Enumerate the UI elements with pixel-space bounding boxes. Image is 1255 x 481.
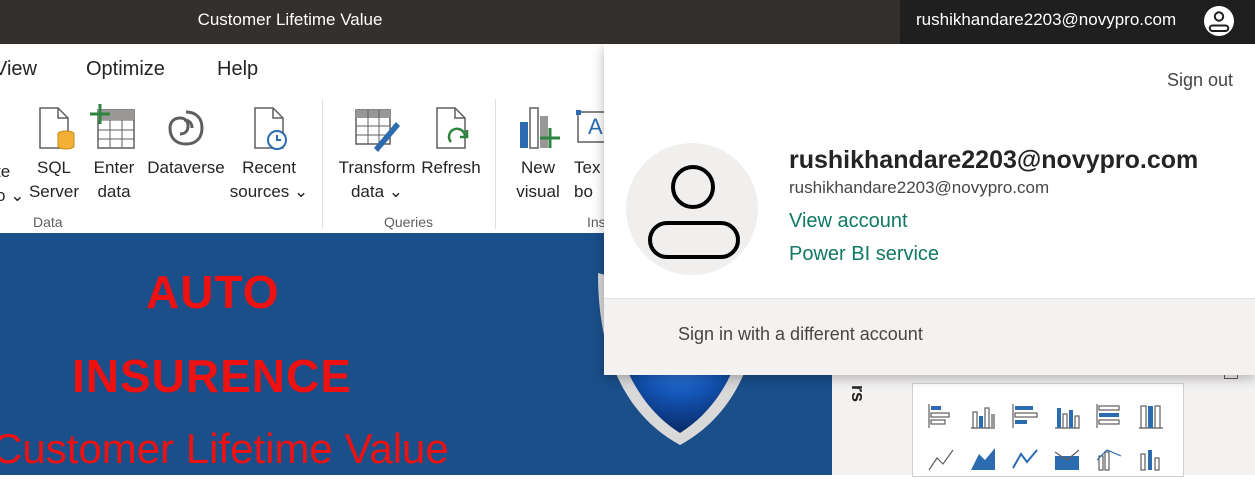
sql-server-icon	[39, 107, 75, 150]
recent-sources-label-2: sources ⌄	[229, 182, 309, 201]
dataverse-label: Dataverse	[147, 158, 225, 177]
sql-server-label-1: SQL	[36, 158, 72, 177]
enter-data-icon	[90, 104, 135, 149]
queries-group-label: Queries	[384, 214, 434, 230]
account-flyout: Sign out rushikhandare2203@novypro.com r…	[604, 44, 1255, 375]
ribbon-separator	[322, 99, 323, 229]
transform-data-label-2: data ⌄	[350, 182, 404, 201]
flyout-footer: Sign in with a different account	[604, 298, 1255, 375]
data-group-label: Data	[33, 214, 63, 230]
sign-out-link[interactable]: Sign out	[1167, 70, 1233, 91]
sql-server-label-2: Server	[28, 182, 80, 201]
account-email: rushikhandare2203@novypro.com	[916, 10, 1177, 29]
window-title: Customer Lifetime Value	[197, 10, 383, 29]
refresh-button[interactable]: Refresh	[420, 104, 482, 180]
menu-view[interactable]: View	[0, 58, 37, 81]
enter-data-label-2: data	[97, 182, 131, 201]
account-sub-email: rushikhandare2203@novypro.com	[789, 178, 1050, 197]
partial-label-2: o ⌄	[0, 186, 25, 205]
transform-data-label-1: Transform	[338, 158, 416, 177]
user-avatar-icon	[648, 165, 740, 259]
visual-gallery	[912, 383, 1184, 477]
sql-server-button[interactable]: SQL Server	[28, 104, 80, 204]
enter-data-label-1: Enter	[93, 158, 135, 177]
user-avatar-icon	[1204, 6, 1234, 36]
recent-sources-icon	[254, 107, 287, 150]
title-bar: Customer Lifetime Value rushikhandare220…	[0, 0, 1255, 44]
dataverse-icon	[168, 110, 204, 146]
partial-get-data-button[interactable]: te o ⌄	[0, 160, 24, 208]
partial-label-1: te	[0, 162, 11, 181]
enter-data-button[interactable]: Enter data	[88, 104, 140, 204]
user-avatar	[626, 143, 758, 275]
canvas-title-line2: INSURENCE	[72, 350, 352, 402]
refresh-label: Refresh	[421, 158, 481, 177]
account-button[interactable]: rushikhandare2203@novypro.com	[900, 0, 1255, 44]
menu-help[interactable]: Help	[217, 58, 258, 81]
canvas-title-line1: AUTO	[146, 266, 280, 318]
view-account-link[interactable]: View account	[789, 210, 908, 233]
power-bi-service-link[interactable]: Power BI service	[789, 243, 939, 266]
canvas-title-line3: Customer Lifetime Value	[0, 425, 449, 472]
new-visual-button[interactable]: New visual	[512, 104, 564, 204]
svg-text:A: A	[588, 114, 603, 139]
recent-sources-label-1: Recent	[242, 158, 296, 177]
transform-data-button[interactable]: Transform data ⌄	[336, 104, 418, 204]
pane-label-fragment: rs	[848, 385, 868, 403]
visual-type-icon	[928, 404, 1163, 471]
account-display-name: rushikhandare2203@novypro.com	[789, 146, 1199, 174]
visual-type-icons	[928, 404, 1163, 471]
insert-group-label: Ins	[587, 214, 606, 230]
dataverse-button[interactable]: Dataverse	[146, 104, 226, 180]
new-visual-icon	[520, 107, 560, 149]
recent-sources-button[interactable]: Recent sources ⌄	[229, 104, 309, 204]
new-visual-label-1: New	[520, 158, 555, 177]
new-visual-label-2: visual	[516, 182, 560, 201]
refresh-icon	[436, 107, 469, 149]
transform-data-icon	[355, 109, 400, 152]
ribbon-separator	[495, 99, 496, 229]
sign-in-different-account-link[interactable]: Sign in with a different account	[678, 324, 923, 345]
menu-optimize[interactable]: Optimize	[86, 58, 165, 81]
